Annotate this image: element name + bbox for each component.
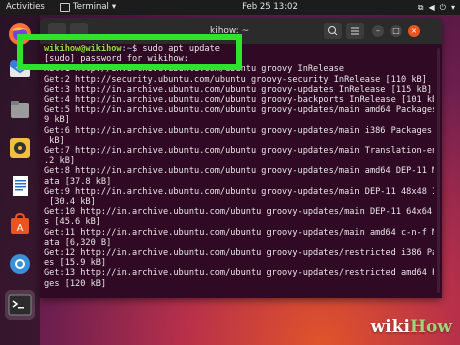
terminal-line: Get:4 http://in.archive.ubuntu.com/ubunt… xyxy=(44,95,434,106)
app-menu[interactable]: Terminal ▾ xyxy=(60,0,116,15)
terminal-line: Get:6 http://in.archive.ubuntu.com/ubunt… xyxy=(44,125,434,136)
chevron-down-icon: ▾ xyxy=(111,2,117,12)
terminal-line: Get:11 http://in.archive.ubuntu.com/ubun… xyxy=(44,227,434,238)
terminal-line: Get:9 http://in.archive.ubuntu.com/ubunt… xyxy=(44,186,434,197)
volume-icon: ◀ xyxy=(428,3,435,12)
terminal-line: ges [120 kB] xyxy=(44,278,107,289)
app-menu-label: Terminal xyxy=(73,2,109,12)
hamburger-icon xyxy=(351,27,359,35)
output-lines: [sudo] password for wikihow: Hit:1 http:… xyxy=(44,54,434,288)
terminal-output[interactable]: wikihow@wikihow:~$ sudo apt update [sudo… xyxy=(44,44,434,298)
system-tray[interactable]: ⧉ ◀ ⏻ ▾ xyxy=(418,0,455,15)
music-icon[interactable] xyxy=(5,133,35,163)
watermark-wiki: wiki xyxy=(370,317,410,337)
terminal-line: .2 kB] xyxy=(44,156,76,167)
command-highlight-box xyxy=(17,34,242,70)
software-icon[interactable]: A xyxy=(5,209,35,239)
power-icon: ⏻ xyxy=(439,3,446,12)
terminal-line: s [45.6 kB] xyxy=(44,217,101,228)
terminal-line: Get:8 http://in.archive.ubuntu.com/ubunt… xyxy=(44,166,434,177)
terminal-line: 9 kB] xyxy=(44,115,70,126)
search-icon xyxy=(328,26,338,36)
terminal-line: kB] xyxy=(44,135,65,146)
terminal-line: Get:12 http://in.archive.ubuntu.com/ubun… xyxy=(44,248,434,259)
close-button[interactable]: × xyxy=(408,25,420,37)
minimize-button[interactable]: – xyxy=(372,25,384,37)
terminal-small-icon xyxy=(60,3,70,12)
clock[interactable]: Feb 25 13:02 xyxy=(200,0,340,15)
search-button[interactable] xyxy=(324,23,342,39)
maximize-button[interactable]: □ xyxy=(390,25,402,37)
terminal-line: Get:5 http://in.archive.ubuntu.com/ubunt… xyxy=(44,105,434,116)
terminal-line: ata [6,320 B] xyxy=(44,237,112,248)
help-icon[interactable] xyxy=(5,249,35,279)
terminal-line: Get:2 http://security.ubuntu.com/ubuntu … xyxy=(44,74,427,85)
wikihow-watermark: wikiHow xyxy=(371,317,452,337)
terminal-line: Get:7 http://in.archive.ubuntu.com/ubunt… xyxy=(44,146,434,157)
writer-icon[interactable] xyxy=(5,171,35,201)
terminal-line: Get:13 http://in.archive.ubuntu.com/ubun… xyxy=(44,268,434,279)
files-icon[interactable] xyxy=(5,95,35,125)
terminal-line: Get:3 http://in.archive.ubuntu.com/ubunt… xyxy=(44,84,433,95)
menu-button[interactable] xyxy=(346,23,364,39)
terminal-icon[interactable] xyxy=(5,290,35,320)
watermark-how: How xyxy=(409,317,452,337)
terminal-line: Get:10 http://in.archive.ubuntu.com/ubun… xyxy=(44,207,434,218)
terminal-line: ata [37.8 kB] xyxy=(44,176,112,187)
activities-button[interactable]: Activities xyxy=(6,0,45,15)
svg-text:A: A xyxy=(17,223,24,234)
chevron-down-icon: ▾ xyxy=(450,3,455,12)
terminal-scrollbar[interactable] xyxy=(437,48,440,293)
network-icon: ⧉ xyxy=(417,3,424,12)
top-bar: Activities Terminal ▾ Feb 25 13:02 ⧉ ◀ ⏻… xyxy=(0,0,460,15)
terminal-line: [30.4 kB] xyxy=(44,197,96,208)
terminal-line: es [15.9 kB] xyxy=(44,258,107,269)
